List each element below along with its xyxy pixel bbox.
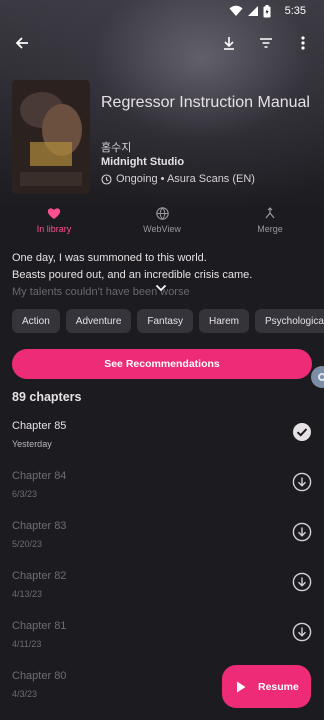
download-chapter-icon[interactable] bbox=[292, 622, 312, 642]
in-library-button[interactable]: In library bbox=[0, 207, 108, 243]
chapter-title: Chapter 84 bbox=[12, 470, 67, 482]
more-vert-icon bbox=[301, 36, 305, 50]
expand-description-button[interactable] bbox=[155, 279, 167, 297]
chapter-date: 6/3/23 bbox=[12, 489, 38, 499]
signal-icon bbox=[247, 6, 258, 16]
merge-button[interactable]: Merge bbox=[216, 207, 324, 243]
chapter-row[interactable]: Chapter 81 4/11/23 bbox=[0, 608, 324, 658]
filter-button[interactable] bbox=[251, 28, 281, 58]
merge-label: Merge bbox=[257, 224, 283, 234]
cover-art bbox=[12, 80, 90, 194]
chapter-date: 4/11/23 bbox=[12, 639, 42, 649]
wifi-icon bbox=[229, 5, 243, 16]
resume-label: Resume bbox=[258, 680, 299, 693]
clock-icon bbox=[101, 173, 112, 185]
genre-tags: Action Adventure Fantasy Harem Psycholog… bbox=[12, 309, 324, 333]
genre-tag[interactable]: Action bbox=[12, 309, 60, 333]
manga-title: Regressor Instruction Manual bbox=[101, 94, 310, 111]
chapter-title: Chapter 85 bbox=[12, 420, 67, 432]
in-library-label: In library bbox=[36, 224, 72, 234]
manga-author: 홈수지 bbox=[101, 142, 132, 154]
download-chapter-icon[interactable] bbox=[292, 472, 312, 492]
chapter-title: Chapter 80 bbox=[12, 670, 67, 682]
publication-status: Ongoing • Asura Scans (EN) bbox=[101, 173, 255, 185]
chapter-date: Yesterday bbox=[12, 439, 52, 449]
download-icon bbox=[224, 37, 234, 50]
play-icon bbox=[237, 681, 246, 692]
more-options-button[interactable] bbox=[288, 28, 318, 58]
back-button[interactable] bbox=[7, 28, 37, 58]
genre-tag[interactable]: Fantasy bbox=[137, 309, 193, 333]
chapter-list: Chapter 85 Yesterday Chapter 84 6/3/23 C… bbox=[0, 408, 324, 708]
battery-icon bbox=[263, 4, 271, 17]
chapter-row[interactable]: Chapter 84 6/3/23 bbox=[0, 458, 324, 508]
chapter-row[interactable]: Chapter 85 Yesterday bbox=[0, 408, 324, 458]
genre-tag[interactable]: Adventure bbox=[65, 309, 132, 333]
chevron-down-icon bbox=[155, 284, 167, 292]
heart-icon bbox=[47, 208, 61, 219]
chapter-row[interactable]: Chapter 82 4/13/23 bbox=[0, 558, 324, 608]
download-chapter-icon[interactable] bbox=[292, 572, 312, 592]
manga-artist: Midnight Studio bbox=[101, 156, 185, 168]
clock: 5:35 bbox=[284, 5, 306, 17]
see-recommendations-button[interactable]: See Recommendations bbox=[12, 349, 312, 379]
genre-tag[interactable]: Psychological bbox=[254, 309, 324, 333]
top-app-bar bbox=[0, 28, 324, 58]
chapter-date: 4/13/23 bbox=[12, 589, 43, 599]
download-chapter-icon[interactable] bbox=[292, 522, 312, 542]
status-text: Ongoing • Asura Scans (EN) bbox=[116, 173, 255, 185]
chapter-title: Chapter 83 bbox=[12, 520, 67, 532]
genre-tag[interactable]: Harem bbox=[198, 309, 249, 333]
status-bar: 5:35 bbox=[0, 0, 324, 22]
chapter-date: 5/20/23 bbox=[12, 539, 43, 549]
resume-button[interactable]: Resume bbox=[222, 665, 311, 708]
bubble-icon bbox=[318, 373, 324, 381]
globe-icon bbox=[155, 207, 169, 220]
description-line: One day, I was summoned to this world. bbox=[12, 252, 207, 264]
chapter-title: Chapter 81 bbox=[12, 620, 67, 632]
cover-image[interactable] bbox=[12, 80, 90, 194]
download-button[interactable] bbox=[214, 28, 244, 58]
chapter-count: 89 chapters bbox=[12, 390, 82, 404]
merge-icon bbox=[265, 207, 275, 219]
floating-bubble[interactable] bbox=[311, 366, 324, 388]
chapter-row[interactable]: Chapter 83 5/20/23 bbox=[0, 508, 324, 558]
downloaded-check-icon[interactable] bbox=[292, 422, 312, 442]
chapter-date: 4/3/23 bbox=[12, 689, 38, 699]
webview-label: WebView bbox=[143, 224, 181, 234]
chapter-title: Chapter 82 bbox=[12, 570, 67, 582]
action-row: In library WebView Merge bbox=[0, 207, 324, 243]
webview-button[interactable]: WebView bbox=[108, 207, 216, 243]
filter-icon bbox=[260, 38, 272, 48]
arrow-back-icon bbox=[15, 37, 28, 49]
